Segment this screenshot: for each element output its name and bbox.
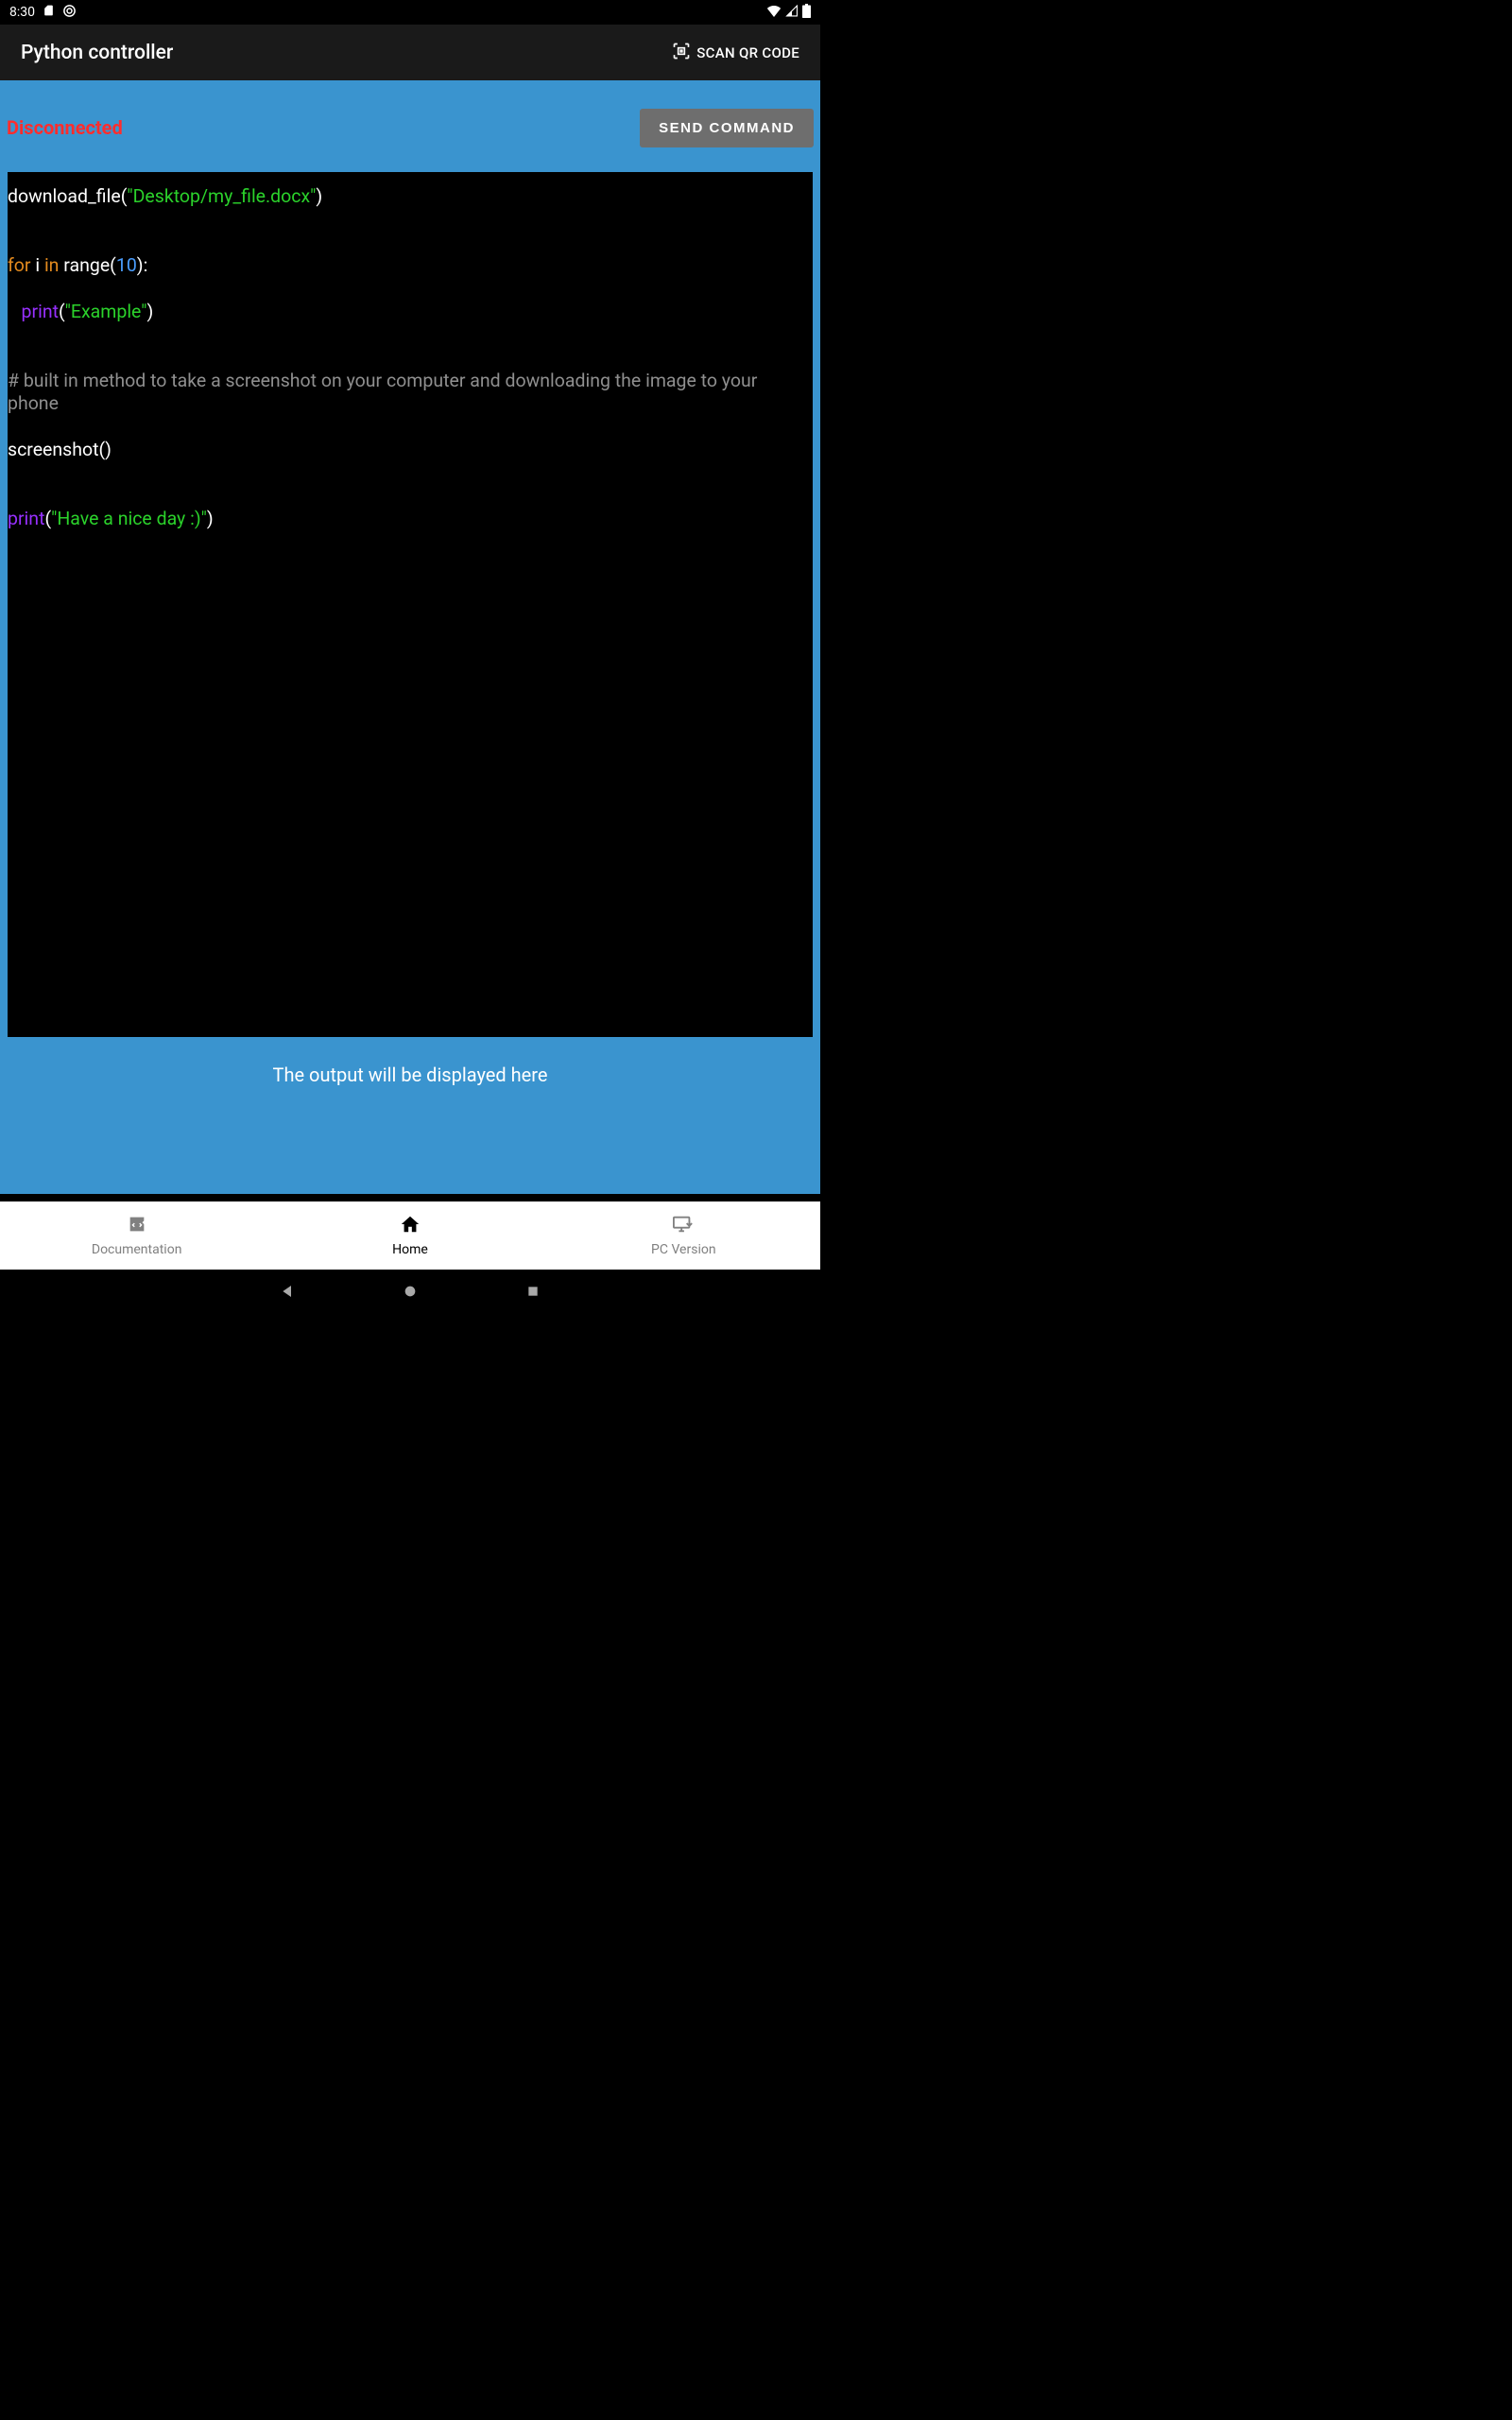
connection-status: Disconnected — [7, 116, 123, 139]
code-editor[interactable]: download_file("Desktop/my_file.docx") fo… — [8, 172, 813, 1037]
recents-button[interactable] — [524, 1282, 542, 1301]
app-bar: Python controller SCAN QR CODE — [0, 25, 820, 80]
pc-version-icon — [672, 1214, 695, 1238]
nav-home-label: Home — [392, 1242, 428, 1257]
scan-qr-label: SCAN QR CODE — [696, 44, 799, 61]
back-button[interactable] — [278, 1282, 297, 1301]
android-nav-bar — [0, 1270, 820, 1313]
main-content: Disconnected SEND COMMAND download_file(… — [0, 80, 820, 1194]
cell-signal-icon — [785, 5, 799, 21]
nav-pc-version[interactable]: PC Version — [548, 1214, 818, 1257]
qr-code-icon — [672, 42, 691, 64]
nav-home[interactable]: Home — [275, 1214, 545, 1257]
scan-qr-button[interactable]: SCAN QR CODE — [672, 42, 799, 64]
documentation-icon — [127, 1214, 147, 1238]
nav-pc-version-label: PC Version — [651, 1242, 716, 1257]
nav-documentation[interactable]: Documentation — [1, 1214, 271, 1257]
home-button[interactable] — [401, 1282, 420, 1301]
output-placeholder: The output will be displayed here — [0, 1063, 820, 1086]
battery-icon — [802, 4, 811, 22]
do-not-disturb-icon — [62, 4, 77, 22]
android-status-bar: 8:30 — [0, 0, 820, 25]
status-time: 8:30 — [9, 5, 35, 20]
wifi-icon — [766, 5, 782, 21]
home-icon — [400, 1214, 421, 1238]
send-command-button[interactable]: SEND COMMAND — [640, 109, 814, 147]
bottom-nav: Documentation Home PC Version — [0, 1201, 820, 1270]
sd-card-icon — [43, 4, 55, 21]
app-title: Python controller — [21, 42, 173, 64]
nav-documentation-label: Documentation — [92, 1242, 182, 1257]
